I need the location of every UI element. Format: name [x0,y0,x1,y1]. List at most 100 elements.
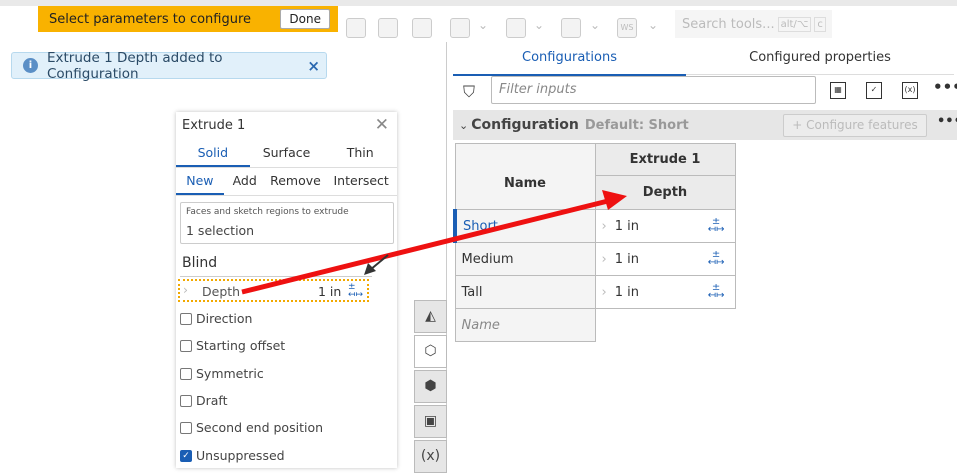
configuration-default: Default: Short [584,117,689,133]
configure-features-button[interactable]: + Configure features [783,114,927,137]
op-new[interactable]: New [176,168,224,195]
configure-features-label: Configure features [806,118,918,132]
draft-checkbox[interactable]: Draft [180,393,228,408]
tab-surface[interactable]: Surface [250,140,324,167]
dimension-icon: ± ↤↦ [348,282,364,300]
checkbox-icon [180,367,192,380]
chevron-down-icon[interactable]: ⌄ [459,119,468,132]
delete-part-icon[interactable] [346,18,366,38]
search-tools-input[interactable]: Search tools... alt/⌥ c [675,10,832,38]
op-remove[interactable]: Remove [266,168,326,195]
depth-field[interactable]: › Depth 1 in ± ↤↦ [178,279,369,302]
configuration-title: Configuration [471,117,579,133]
chevron-right-icon: › [183,282,188,297]
unsuppressed-checkbox[interactable]: ✓ Unsuppressed [180,448,285,463]
empty-cell [595,309,735,342]
filter-input[interactable]: Filter inputs [491,76,816,104]
section-icon[interactable] [506,18,526,38]
depth-value: 1 in [318,284,342,299]
divider [180,276,372,277]
table-row: Tall › 1 in ± ↤↦ [454,275,736,309]
feature-header: Extrude 1 [594,143,736,176]
chevron-down-icon[interactable]: ⌄ [648,18,658,32]
search-placeholder: Search tools... [682,16,775,32]
starting-offset-checkbox[interactable]: Starting offset [180,338,285,353]
configurations-icon[interactable]: ⬡ [414,335,447,368]
plus-icon: + [792,118,807,132]
op-intersect[interactable]: Intersect [325,168,397,195]
display-states-icon[interactable]: ▣ [414,405,447,438]
tab-thin[interactable]: Thin [323,140,397,167]
symmetric-checkbox[interactable]: Symmetric [180,366,264,381]
option-label: Direction [196,311,253,326]
second-end-checkbox[interactable]: Second end position [180,420,323,435]
variables-icon[interactable]: (x) [414,440,447,473]
filter-icon[interactable]: ⛉ [463,82,475,102]
checkbox-icon [180,312,192,325]
dimension-icon: ± ↤↦ [707,282,725,301]
selection-label: Faces and sketch regions to extrude [186,207,349,217]
config-name[interactable]: Short [453,209,596,243]
tab-configured-properties[interactable]: Configured properties [686,50,954,75]
configuration-table: Name Extrude 1 Depth Short › 1 in ± ↤↦ Medium… [453,143,736,342]
shortcut-key: c [814,16,826,32]
depth-cell[interactable]: › 1 in ± ↤↦ [594,242,736,276]
chevron-right-icon: › [601,251,607,267]
shortcut-key: alt/⌥ [777,16,812,32]
checkbox-checked-icon: ✓ [180,449,192,462]
chevron-down-icon[interactable]: ⌄ [478,18,488,32]
appearance-icon[interactable]: ◭ [414,300,447,333]
option-label: Starting offset [196,338,286,353]
more-icon[interactable]: ••• [933,78,957,96]
chevron-down-icon[interactable]: ⌄ [590,18,600,32]
checklist-icon[interactable]: ✓ [866,82,882,99]
new-config-name-input[interactable]: Name [454,308,596,342]
variable-icon[interactable]: (x) [902,82,918,99]
direction-checkbox[interactable]: Direction [180,311,252,326]
info-icon: i [23,58,38,73]
option-label: Draft [196,393,228,408]
option-label: Second end position [196,420,324,435]
operation-tabs: New Add Remove Intersect [176,168,397,196]
table-icon[interactable]: ▦ [830,82,846,99]
tab-solid[interactable]: Solid [176,140,250,167]
banner-text: Select parameters to configure [49,11,252,27]
config-name[interactable]: Tall [454,275,596,309]
chevron-down-icon[interactable]: ⌄ [534,18,544,32]
more-icon[interactable]: ••• [937,114,957,129]
name-header: Name [454,143,596,210]
depth-value: 1 in [614,284,639,300]
selection-field[interactable]: Faces and sketch regions to extrude 1 se… [180,202,394,244]
close-icon[interactable]: ✕ [375,115,389,135]
depth-cell[interactable]: › 1 in ± ↤↦ [594,275,736,309]
insert-icon[interactable] [412,18,432,38]
depth-cell[interactable]: › 1 in ± ↤↦ [594,209,736,243]
option-label: Symmetric [196,366,264,381]
option-label: Unsuppressed [196,448,285,463]
checkbox-icon [180,339,192,352]
tab-configurations[interactable]: Configurations [453,50,686,76]
config-name[interactable]: Medium [454,242,596,276]
info-notice: i Extrude 1 Depth added to Configuration… [11,49,327,82]
render-icon[interactable] [561,18,581,38]
selection-count: 1 selection [186,223,255,238]
depth-label: Depth [202,284,241,299]
chevron-right-icon: › [601,218,607,234]
end-type-select[interactable]: Blind [182,255,217,271]
notice-text: Extrude 1 Depth added to Configuration [47,49,223,82]
dimension-icon: ± ↤↦ [707,249,725,268]
export-icon[interactable] [378,18,398,38]
table-row: Medium › 1 in ± ↤↦ [454,242,736,276]
configured-part-icon[interactable]: ⬢ [414,370,447,403]
close-icon[interactable]: × [307,57,320,75]
done-button[interactable]: Done [280,9,330,29]
config-banner: Select parameters to configure Done [38,6,338,32]
dialog-title: Extrude 1 [182,118,246,133]
param-header: Depth [594,175,736,210]
table-row: Short › 1 in ± ↤↦ [453,209,736,243]
checkbox-icon [180,394,192,407]
view-icon[interactable] [450,18,470,38]
side-toolbar: ◭ ⬡ ⬢ ▣ (x) [414,300,447,475]
workspace-icon[interactable]: WS [617,18,637,38]
op-add[interactable]: Add [224,168,266,195]
